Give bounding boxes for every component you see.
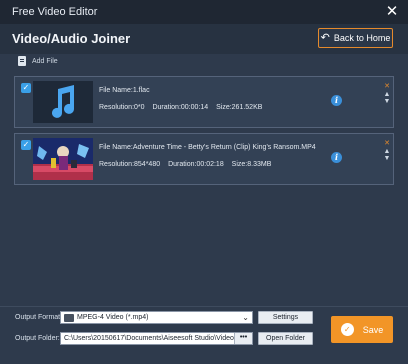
check-icon: ✓ — [340, 323, 354, 336]
chevron-down-icon: ⌄ — [242, 313, 249, 322]
move-down-icon[interactable]: ▼ — [382, 98, 392, 105]
file-info: File Name:Adventure Time - Betty's Retur… — [99, 142, 316, 170]
video-format-icon — [64, 313, 74, 322]
add-file-button[interactable]: Add File — [18, 56, 58, 66]
save-button[interactable]: ✓ Save — [331, 316, 393, 343]
close-icon[interactable]: ✕ — [384, 4, 400, 20]
file-info: File Name:1.flac Resolution:0*0 Duration… — [99, 85, 268, 113]
move-up-icon[interactable]: ▲ — [382, 148, 392, 155]
page-title: Video/Audio Joiner — [12, 31, 131, 46]
file-list: ✓ File Name:1.flac Resolution:0*0 Durati… — [14, 72, 396, 298]
browse-folder-button[interactable]: ••• — [234, 333, 252, 344]
music-note-svg — [52, 85, 74, 118]
remove-icon[interactable]: ✕ — [382, 140, 392, 147]
window-title: Free Video Editor — [12, 6, 98, 18]
move-up-icon[interactable]: ▲ — [382, 91, 392, 98]
back-arrow-icon: ↶ — [320, 32, 330, 44]
move-down-icon[interactable]: ▼ — [382, 155, 392, 162]
file-resolution: Resolution:0*0 — [99, 104, 145, 111]
output-folder-value: C:\Users\20150617\Documents\Aiseesoft St… — [64, 335, 234, 342]
output-folder-label: Output Folder: — [15, 335, 60, 342]
output-format-value: MPEG-4 Video (*.mp4) — [77, 314, 149, 321]
file-duration: Duration:00:02:18 — [168, 161, 224, 168]
open-folder-button[interactable]: Open Folder — [258, 332, 313, 345]
add-file-icon — [18, 56, 26, 66]
output-format-select[interactable]: MPEG-4 Video (*.mp4) ⌄ — [60, 311, 253, 324]
back-to-home-button[interactable]: ↶ Back to Home — [318, 28, 393, 48]
page-header: Video/Audio Joiner ↶ Back to Home — [0, 24, 408, 54]
settings-button[interactable]: Settings — [258, 311, 313, 324]
toolbar: Add File — [0, 54, 408, 70]
file-name: File Name:Adventure Time - Betty's Retur… — [99, 144, 316, 151]
output-format-label: Output Format: — [15, 314, 63, 321]
music-note-icon — [33, 81, 93, 123]
back-to-home-label: Back to Home — [333, 33, 391, 43]
add-file-label: Add File — [32, 57, 58, 65]
list-item[interactable]: ✓ File Name:1.flac Resolution:0*0 Durati… — [14, 76, 394, 128]
item-checkbox[interactable]: ✓ — [21, 140, 31, 150]
output-panel: Output Format: MPEG-4 Video (*.mp4) ⌄ Se… — [0, 306, 408, 364]
save-label: Save — [362, 324, 384, 335]
file-duration: Duration:00:00:14 — [152, 104, 209, 111]
info-icon[interactable]: i — [331, 95, 342, 106]
remove-icon[interactable]: ✕ — [382, 83, 392, 90]
file-name: File Name:1.flac — [99, 87, 150, 94]
item-checkbox[interactable]: ✓ — [21, 83, 31, 93]
list-item[interactable]: ✓ File Name:Adventure Time - Betty's Ret… — [14, 133, 394, 185]
video-thumbnail — [33, 138, 93, 180]
file-size: Size:8.33MB — [231, 161, 272, 168]
file-resolution: Resolution:854*480 — [99, 161, 161, 168]
output-folder-field[interactable]: C:\Users\20150617\Documents\Aiseesoft St… — [60, 332, 253, 345]
video-thumbnail-svg — [33, 138, 93, 180]
file-meta: Resolution:0*0 Duration:00:00:14 Size:26… — [99, 102, 268, 113]
file-size: Size:261.52KB — [216, 104, 263, 111]
file-meta: Resolution:854*480 Duration:00:02:18 Siz… — [99, 159, 316, 170]
info-icon[interactable]: i — [331, 152, 342, 163]
title-bar: Free Video Editor ✕ — [0, 0, 408, 24]
